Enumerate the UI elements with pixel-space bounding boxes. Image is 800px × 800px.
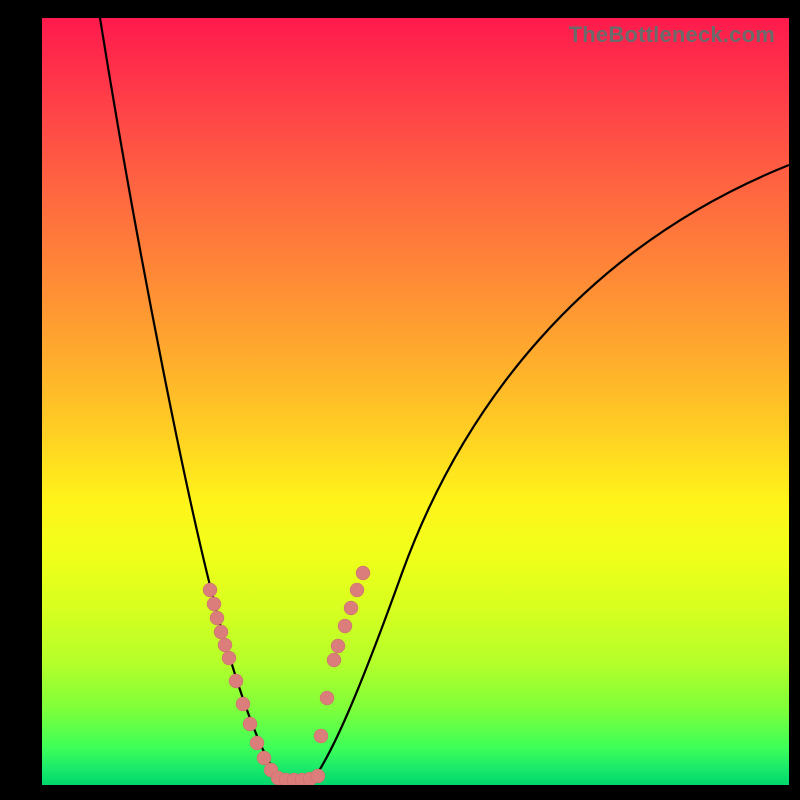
markers-right	[314, 566, 370, 743]
curve-left	[100, 18, 280, 780]
data-marker	[218, 638, 232, 652]
data-marker	[320, 691, 334, 705]
data-marker	[243, 717, 257, 731]
data-marker	[344, 601, 358, 615]
data-marker	[222, 651, 236, 665]
data-marker	[203, 583, 217, 597]
data-marker	[350, 583, 364, 597]
data-marker	[250, 736, 264, 750]
data-marker	[327, 653, 341, 667]
data-marker	[257, 751, 271, 765]
data-marker	[207, 597, 221, 611]
data-marker	[331, 639, 345, 653]
data-marker	[214, 625, 228, 639]
curve-layer	[42, 18, 789, 785]
markers-left	[203, 583, 278, 777]
markers-bottom	[271, 769, 325, 785]
plot-area: TheBottleneck.com	[42, 18, 789, 785]
data-marker	[236, 697, 250, 711]
data-marker	[314, 729, 328, 743]
curve-right	[313, 165, 789, 780]
data-marker	[338, 619, 352, 633]
data-marker	[311, 769, 325, 783]
data-marker	[356, 566, 370, 580]
data-marker	[229, 674, 243, 688]
chart-frame: TheBottleneck.com	[0, 0, 800, 800]
data-marker	[210, 611, 224, 625]
